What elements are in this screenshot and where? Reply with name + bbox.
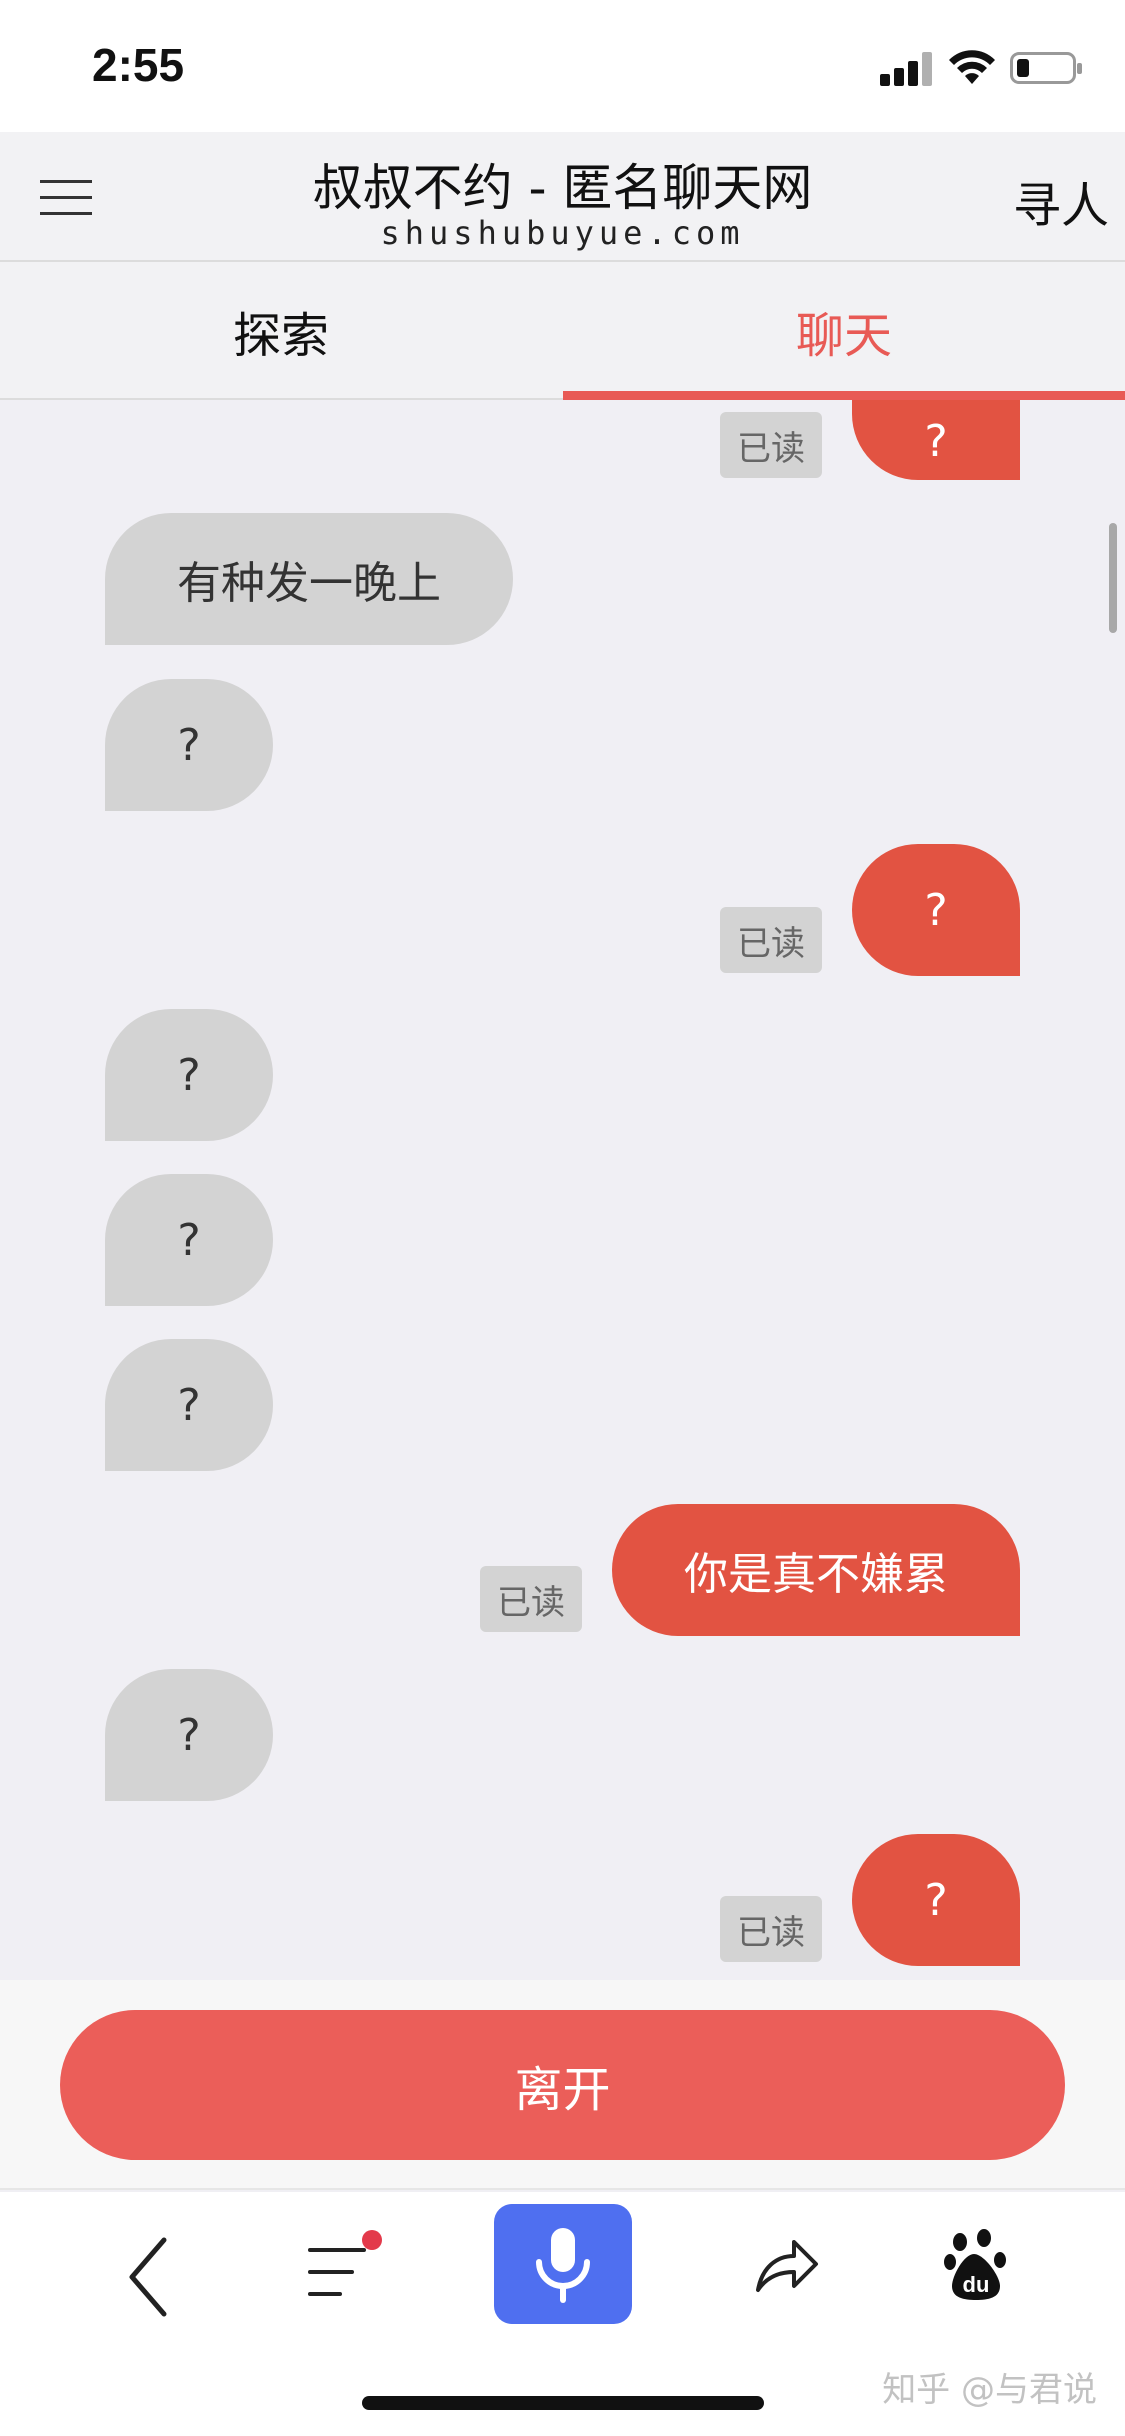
outgoing-message: ? [852,400,1020,480]
outgoing-message: ? [852,1834,1020,1966]
incoming-message: ? [105,1669,273,1801]
tab-explore[interactable]: 探索 [0,262,562,400]
read-status: 已读 [720,907,822,973]
incoming-message: ? [105,1174,273,1306]
outgoing-message: ? [852,844,1020,976]
read-status: 已读 [720,1896,822,1962]
scrollbar[interactable] [1109,523,1117,633]
read-status: 已读 [720,412,822,478]
leave-button[interactable]: 离开 [60,2010,1065,2160]
chat-message-list[interactable]: 已读 ? 有种发一晚上 ? 已读 ? ? ? ? 已读 你是真不嫌累 ? 已读 … [0,400,1125,1980]
find-person-button[interactable]: 寻人 [1013,166,1109,236]
wifi-icon [949,50,995,84]
share-icon[interactable] [752,2230,822,2300]
app-header: 叔叔不约 - 匿名聊天网 shushubuyue.com 寻人 [0,132,1125,262]
leave-bar: 离开 [0,1980,1125,2190]
notification-dot [362,2230,382,2250]
list-icon[interactable] [308,2230,382,2310]
incoming-message: ? [105,1339,273,1471]
microphone-icon [536,2228,590,2303]
site-domain: shushubuyue.com [380,214,745,252]
paw-text: du [963,2272,990,2297]
read-status: 已读 [480,1566,582,1632]
incoming-message: ? [105,1009,273,1141]
battery-icon [1010,52,1082,84]
incoming-message: ? [105,679,273,811]
status-time: 2:55 [92,39,185,91]
tab-bar: 探索 聊天 [0,262,1125,400]
microphone-button[interactable] [494,2204,632,2324]
back-icon[interactable] [120,2232,176,2322]
status-bar: 2:55 [0,0,1125,132]
zhihu-watermark: 知乎 @与君说 [882,2370,1097,2410]
site-title: 叔叔不约 - 匿名聊天网 [312,159,813,217]
battery-level [1017,59,1029,77]
active-tab-indicator [563,391,1125,400]
outgoing-message: 你是真不嫌累 [612,1504,1020,1636]
incoming-message: 有种发一晚上 [105,513,513,645]
baidu-paw-icon[interactable]: du [944,2228,1008,2304]
home-indicator[interactable] [362,2396,764,2410]
cellular-signal-icon [880,52,936,86]
tab-chat[interactable]: 聊天 [563,262,1125,400]
